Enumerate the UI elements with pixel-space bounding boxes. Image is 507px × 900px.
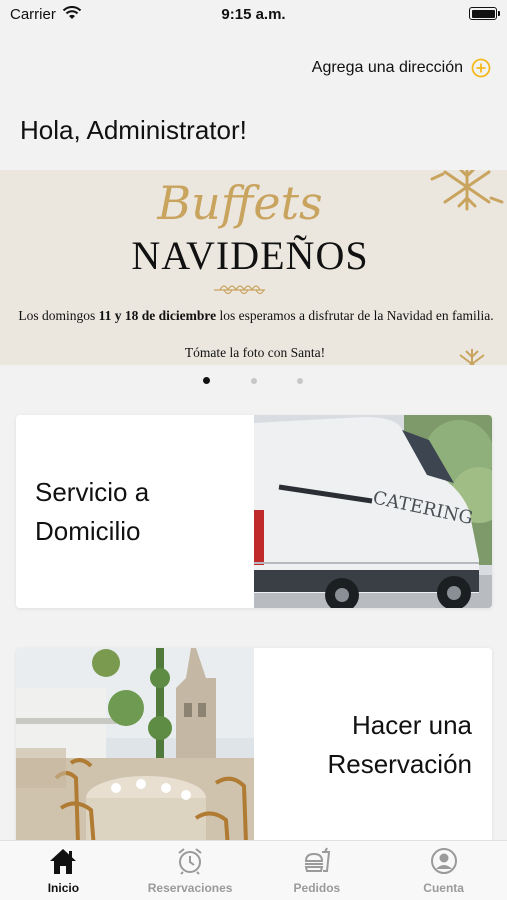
delivery-service-title: Servicio a Domicilio [35, 477, 150, 546]
banner-title: NAVIDEÑOS [131, 233, 369, 278]
tab-cuenta-label: Cuenta [423, 881, 464, 895]
tab-inicio-label: Inicio [47, 881, 80, 895]
alarm-clock-icon [178, 848, 202, 875]
tab-pedidos-label: Pedidos [293, 881, 341, 895]
add-circle-icon [471, 58, 491, 78]
delivery-van-image: CATERING [254, 415, 492, 608]
reservation-title: Hacer una Reservación [327, 710, 472, 779]
pagination-dot-3[interactable] [297, 378, 303, 384]
tab-inicio[interactable]: Inicio [0, 841, 127, 900]
add-address-label: Agrega una dirección [311, 59, 463, 76]
burger-drink-icon [304, 847, 330, 872]
pagination-dot-2[interactable] [251, 378, 257, 384]
status-bar: Carrier 9:15 a.m. [0, 0, 507, 30]
add-address-button[interactable]: Agrega una dirección [312, 58, 491, 78]
greeting-title: Hola, Administrator! [20, 115, 247, 145]
pagination-dot-1[interactable] [203, 377, 210, 384]
snowflake-small-icon [459, 349, 485, 365]
leaf-ornament-icon [214, 285, 265, 295]
tab-cuenta[interactable]: Cuenta [380, 841, 507, 900]
tab-bar: Inicio Reservaciones Pedidos Cuenta [0, 840, 507, 900]
snowflake-ornament-icon [430, 170, 504, 211]
status-time: 9:15 a.m. [221, 6, 286, 23]
banner-text: Los domingos 11 y 18 de diciembre los es… [18, 308, 494, 323]
banner-script-title: Buffets [157, 176, 323, 230]
tab-reservaciones-label: Reservaciones [147, 881, 233, 895]
banner-pagination[interactable] [0, 377, 507, 385]
delivery-service-card[interactable]: Servicio a Domicilio CATERING [16, 415, 492, 608]
restaurant-terrace-image [16, 648, 254, 848]
tab-pedidos[interactable]: Pedidos [254, 841, 381, 900]
promo-banner[interactable]: Buffets NAVIDEÑOS Los domingos 11 y 18 d… [0, 170, 507, 365]
reservation-card[interactable]: Hacer una Reservación [16, 648, 492, 848]
tab-reservaciones[interactable]: Reservaciones [127, 841, 254, 900]
battery-icon [469, 7, 500, 20]
user-circle-icon [430, 848, 457, 874]
home-icon [50, 849, 77, 874]
banner-text-santa: Tómate la foto con Santa! [184, 345, 326, 360]
